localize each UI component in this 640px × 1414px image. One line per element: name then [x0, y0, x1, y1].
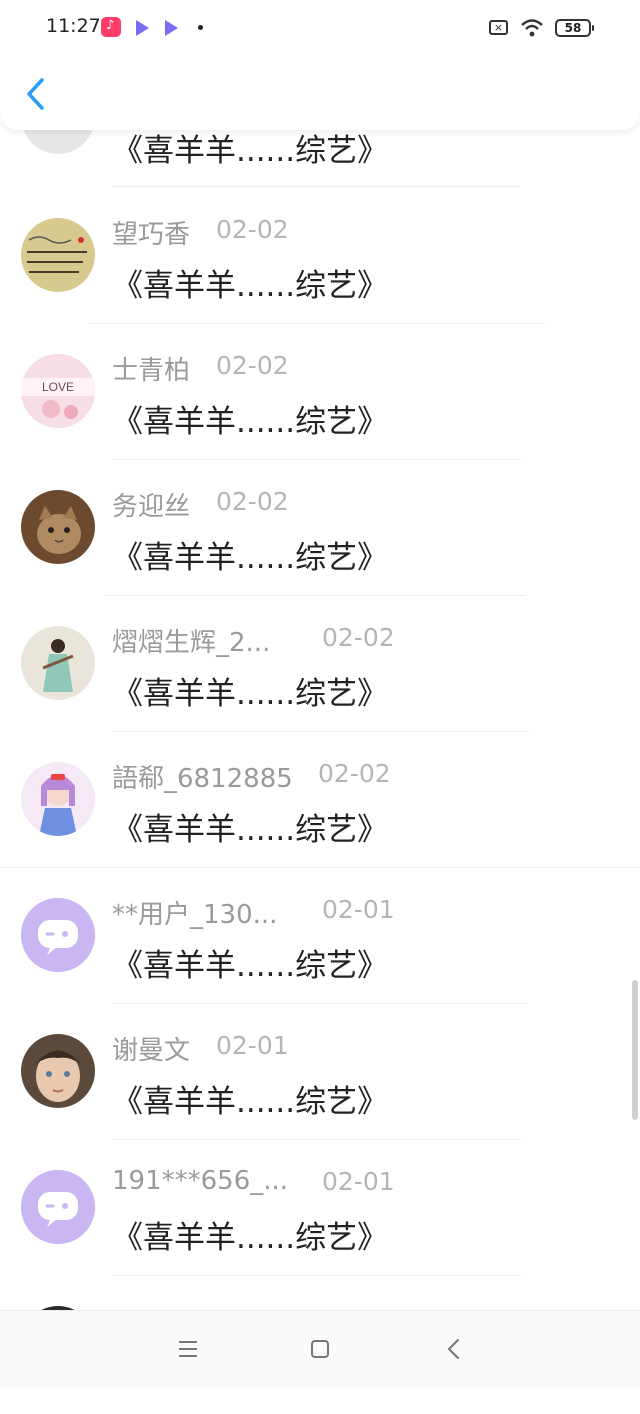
douyin-icon [101, 17, 121, 37]
comment-item[interactable]: LOVE 士青柏 02-02 《喜羊羊......综艺》 [0, 326, 640, 462]
divider [112, 459, 522, 460]
divider [112, 1003, 528, 1004]
comment-date: 02-01 [216, 1031, 289, 1060]
user-name[interactable]: **用户_130... [112, 894, 277, 931]
comment-date: 02-02 [216, 487, 289, 516]
comment-date: 02-02 [322, 623, 395, 652]
comment-text: 《喜羊羊......综艺》 [112, 268, 389, 304]
user-name[interactable]: 谢曼文 [112, 1030, 190, 1067]
comment-date: 02-02 [318, 759, 391, 788]
avatar-text: LOVE [42, 380, 74, 394]
divider [112, 731, 530, 732]
divider [0, 867, 640, 868]
scrollbar[interactable] [632, 980, 638, 1120]
comment-text: 《喜羊羊......综艺》 [112, 1220, 389, 1256]
back-triangle-icon[interactable] [438, 1333, 470, 1365]
comment-date: 02-01 [322, 895, 395, 924]
user-name[interactable]: 望巧香 [112, 214, 190, 251]
comment-item[interactable]: 191***656_... 02-01 《喜羊羊......综艺》 [0, 1142, 640, 1278]
no-sim-icon: × [489, 20, 508, 35]
comment-item[interactable]: 务迎丝 02-02 《喜羊羊......综艺》 [0, 462, 640, 598]
default-avatar-icon[interactable] [21, 898, 95, 972]
comment-text: 《喜羊羊......综艺》 [112, 404, 389, 440]
user-name[interactable]: 語郗_6812885 [112, 758, 293, 795]
comment-item[interactable]: **用户_130... 02-01 《喜羊羊......综艺》 [0, 870, 640, 1006]
comment-date: 02-02 [216, 215, 289, 244]
menu-icon[interactable] [172, 1333, 204, 1365]
divider [112, 1139, 522, 1140]
comment-date: 02-01 [322, 1167, 395, 1196]
comment-text: 《喜羊羊......综艺》 [112, 540, 389, 576]
comment-item[interactable]: 語郗_6812885 02-02 《喜羊羊......综艺》 [0, 734, 640, 870]
user-avatar[interactable] [21, 490, 95, 564]
user-avatar[interactable] [21, 762, 95, 836]
comment-text: 《喜羊羊......综艺》 [112, 1084, 389, 1120]
system-nav-bar [0, 1310, 640, 1388]
comment-text: 《喜羊羊......综艺》 [112, 133, 389, 169]
user-avatar[interactable] [21, 626, 95, 700]
user-name[interactable]: 191***656_... [112, 1166, 288, 1196]
user-name[interactable]: 务迎丝 [112, 486, 190, 523]
comment-item[interactable]: 望巧香 02-02 《喜羊羊......综艺》 [0, 190, 640, 326]
comment-item[interactable]: 谢曼文 02-01 《喜羊羊......综艺》 [0, 1006, 640, 1142]
comment-item[interactable]: 熠熠生辉_2... 02-02 《喜羊羊......综艺》 [0, 598, 640, 734]
user-avatar[interactable] [21, 1034, 95, 1108]
battery-icon: 58 [555, 19, 594, 37]
status-time: 11:27 [46, 15, 101, 37]
divider [88, 323, 546, 324]
video-play-icon [136, 20, 149, 36]
user-avatar[interactable] [21, 218, 95, 292]
comment-text: 《喜羊羊......综艺》 [112, 676, 389, 712]
top-bar [0, 58, 640, 130]
comment-text: 《喜羊羊......综艺》 [112, 812, 389, 848]
comment-text: 《喜羊羊......综艺》 [112, 948, 389, 984]
notification-dot [198, 25, 203, 30]
status-bar: 11:27 × 58 [0, 0, 640, 58]
comment-date: 02-02 [216, 351, 289, 380]
user-avatar[interactable]: LOVE [21, 354, 95, 428]
user-name[interactable]: 熠熠生辉_2... [112, 622, 270, 659]
home-square-icon[interactable] [304, 1333, 336, 1365]
chevron-left-icon[interactable] [22, 76, 50, 112]
video-play-icon [165, 20, 178, 36]
user-name[interactable]: 士青柏 [112, 350, 190, 387]
wifi-icon [521, 19, 543, 37]
divider [104, 595, 526, 596]
default-avatar-icon[interactable] [21, 1170, 95, 1244]
divider [112, 1275, 522, 1276]
divider [112, 186, 522, 187]
